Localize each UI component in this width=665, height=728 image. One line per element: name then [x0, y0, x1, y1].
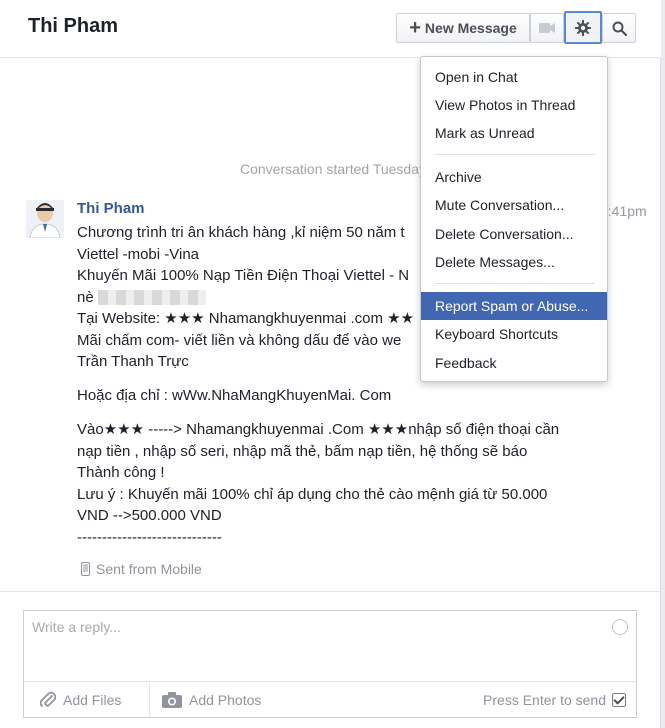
composer-divider	[0, 591, 661, 592]
search-button[interactable]	[602, 13, 636, 43]
avatar[interactable]	[26, 200, 64, 238]
search-icon	[612, 21, 627, 36]
camera-icon	[162, 692, 182, 708]
paperclip-icon	[40, 691, 56, 707]
sent-from-mobile: Sent from Mobile	[81, 561, 202, 577]
press-enter-checkbox[interactable]	[612, 693, 626, 707]
menu-item-keyboard-shortcuts[interactable]: Keyboard Shortcuts	[421, 320, 607, 348]
menu-item-report-spam[interactable]: Report Spam or Abuse...	[421, 292, 607, 320]
menu-separator	[435, 283, 595, 284]
message-line-text: nè	[77, 288, 94, 306]
add-photos-label: Add Photos	[189, 692, 262, 708]
press-enter-label: Press Enter to send	[483, 692, 606, 708]
menu-separator	[435, 154, 595, 155]
reply-composer: Add Files Add Photos Press Enter to send	[23, 610, 637, 718]
press-enter-to-send-toggle[interactable]: Press Enter to send	[483, 682, 626, 718]
add-files-button[interactable]: Add Files	[28, 682, 150, 718]
menu-item-delete-messages[interactable]: Delete Messages...	[421, 248, 607, 276]
message-line: VND -->500.000 VND	[77, 507, 222, 524]
add-photos-button[interactable]: Add Photos	[150, 682, 280, 718]
menu-item-open-in-chat[interactable]: Open in Chat	[421, 63, 607, 91]
emoji-icon[interactable]	[612, 619, 628, 635]
redacted-phone-number	[97, 290, 206, 306]
menu-item-view-photos[interactable]: View Photos in Thread	[421, 91, 607, 119]
sent-from-mobile-label: Sent from Mobile	[96, 561, 202, 577]
conversation-started-label: Conversation started Tuesday	[240, 161, 426, 177]
menu-item-mark-unread[interactable]: Mark as Unread	[421, 119, 607, 147]
add-files-label: Add Files	[63, 692, 122, 708]
video-camera-icon	[539, 23, 555, 33]
message-line: Vào★★★ -----> Nhamangkhuyenmai .Com ★★★n…	[77, 421, 560, 438]
menu-item-feedback[interactable]: Feedback	[421, 349, 607, 377]
mobile-phone-icon	[81, 562, 90, 576]
menu-item-mute[interactable]: Mute Conversation...	[421, 191, 607, 219]
message-address-line: Hoặc địa chỉ : wWw.NhaMangKhuyenMai. Com	[77, 387, 392, 404]
new-message-label: New Message	[424, 20, 517, 36]
settings-gear-button[interactable]	[564, 11, 602, 44]
new-message-button[interactable]: + New Message	[396, 13, 530, 43]
message-body-continued: Vào★★★ -----> Nhamangkhuyenmai .Com ★★★n…	[77, 419, 597, 548]
video-call-button[interactable]	[530, 13, 564, 43]
conversation-settings-menu: Open in Chat View Photos in Thread Mark …	[420, 56, 608, 382]
message-panel: Thi Pham + New Message Conversation star…	[0, 0, 661, 728]
message-line: Lưu ý : Khuyến mãi 100% chỉ áp dụng cho …	[77, 485, 548, 503]
conversation-header: Thi Pham + New Message	[0, 0, 661, 58]
plus-icon: +	[409, 17, 421, 39]
menu-item-delete-conversation[interactable]: Delete Conversation...	[421, 220, 607, 248]
message-line: -----------------------------	[77, 528, 222, 546]
menu-item-archive[interactable]: Archive	[421, 163, 607, 191]
message-line: Thành công !	[77, 464, 165, 481]
message-line: nạp tiền , nhập số seri, nhập mã thẻ, bấ…	[77, 442, 528, 460]
conversation-title: Thi Pham	[28, 15, 119, 37]
person-avatar-icon	[26, 200, 64, 238]
message-sender-name[interactable]: Thi Pham	[77, 200, 145, 217]
composer-toolbar: Add Files Add Photos Press Enter to send	[24, 681, 636, 718]
reply-input[interactable]	[24, 611, 636, 681]
gear-icon	[575, 19, 591, 36]
